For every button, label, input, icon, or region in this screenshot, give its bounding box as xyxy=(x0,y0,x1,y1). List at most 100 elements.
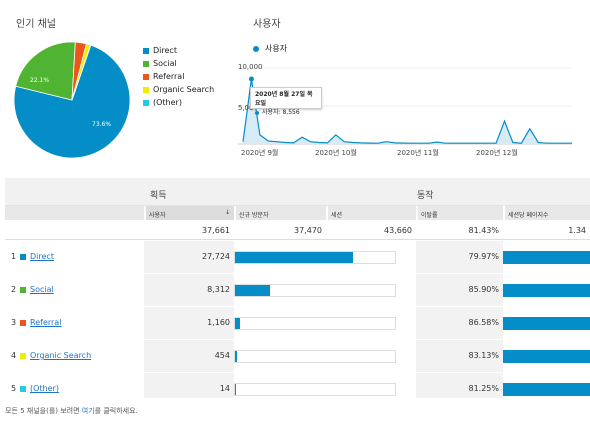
row-share-bar xyxy=(234,383,396,396)
total-new-users: 37,470 xyxy=(294,226,322,235)
row-pages-bar xyxy=(503,350,590,363)
row-bounce: 83.13% xyxy=(468,351,499,360)
row-color-swatch xyxy=(20,386,26,392)
pie-legend: Direct Social Referral Organic Search (O… xyxy=(143,44,214,109)
row-users: 14 xyxy=(219,384,230,393)
row-share-bar-fill xyxy=(235,252,353,263)
line-series-legend[interactable]: 사용자 xyxy=(253,43,287,54)
footer-prefix: 모든 5 채널을(를) 보려면 xyxy=(5,407,82,415)
pie-panel-title: 인기 채널 xyxy=(16,19,56,30)
x-tick-nov: 2020년 11월 xyxy=(397,148,439,157)
row-channel-link[interactable]: (Other) xyxy=(30,384,59,393)
row-users: 8,312 xyxy=(207,285,230,294)
pie-label-social: 22.1% xyxy=(30,77,49,84)
row-bounce: 79.97% xyxy=(468,252,499,261)
row-share-bar-fill xyxy=(235,351,237,362)
legend-label: Organic Search xyxy=(153,85,215,94)
row-channel-link[interactable]: Social xyxy=(30,285,54,294)
channel-table: 획득 동작 사용자 ↓ 신규 방문자 세션 이탈률 세션당 페이지수 37,66… xyxy=(5,178,590,398)
row-share-bar-fill xyxy=(235,285,271,296)
footer-note: 모든 5 채널을(를) 보려면 여기를 클릭하세요. xyxy=(5,406,138,416)
x-tick-oct: 2020년 10월 xyxy=(315,148,357,157)
highlight-point[interactable] xyxy=(248,76,254,82)
row-share-bar-fill xyxy=(235,384,237,395)
row-share-bar-fill xyxy=(235,318,240,329)
total-bounce: 81.43% xyxy=(468,226,499,235)
table-group-header: 획득 동작 xyxy=(5,178,590,206)
legend-item-organic[interactable]: Organic Search xyxy=(143,83,214,96)
total-pages-per-session: 1.34 xyxy=(568,226,586,235)
tooltip-date: 2020년 8월 27일 목요일 xyxy=(255,91,313,107)
pie-chart: 73.6% 22.1% xyxy=(13,41,131,159)
table-column-header: 사용자 ↓ 신규 방문자 세션 이탈률 세션당 페이지수 xyxy=(5,206,590,220)
row-users: 27,724 xyxy=(202,252,230,261)
footer-link[interactable]: 여기 xyxy=(82,407,95,415)
line-panel-title: 사용자 xyxy=(253,19,281,30)
row-pages-bar xyxy=(503,317,590,330)
row-bounce: 81.25% xyxy=(468,384,499,393)
tooltip-dot-icon xyxy=(255,110,259,115)
row-pages-bar xyxy=(503,383,590,396)
table-totals-row: 37,661 37,470 43,660 81.43% 1.34 xyxy=(5,220,590,240)
row-users: 1,160 xyxy=(207,318,230,327)
legend-item-social[interactable]: Social xyxy=(143,57,214,70)
legend-swatch xyxy=(143,60,149,67)
col-users-label: 사용자 xyxy=(149,212,166,219)
row-bounce: 86.58% xyxy=(468,318,499,327)
row-share-bar xyxy=(234,317,396,330)
series-legend-label: 사용자 xyxy=(265,44,288,53)
row-color-swatch xyxy=(20,254,26,260)
row-share-bar xyxy=(234,251,396,264)
table-row: 2 Social 8,312 85.90% xyxy=(5,273,590,306)
col-pages-per-session[interactable]: 세션당 페이지수 xyxy=(503,206,590,220)
group-behavior: 동작 xyxy=(417,191,434,201)
total-users: 37,661 xyxy=(202,226,230,235)
sort-desc-icon[interactable]: ↓ xyxy=(225,209,230,216)
legend-swatch xyxy=(143,86,149,93)
row-users: 454 xyxy=(214,351,230,360)
legend-label: Referral xyxy=(153,72,185,81)
legend-swatch xyxy=(143,73,149,80)
col-users[interactable]: 사용자 ↓ xyxy=(144,206,234,220)
row-color-swatch xyxy=(20,320,26,326)
legend-item-referral[interactable]: Referral xyxy=(143,70,214,83)
row-color-swatch xyxy=(20,287,26,293)
series-dot-icon xyxy=(253,45,259,52)
total-sessions: 43,660 xyxy=(384,226,412,235)
legend-label: (Other) xyxy=(153,98,182,107)
legend-swatch xyxy=(143,99,149,106)
x-tick-dec: 2020년 12월 xyxy=(476,148,518,157)
col-bounce[interactable]: 이탈률 xyxy=(416,206,503,220)
col-new-users[interactable]: 신규 방문자 xyxy=(234,206,326,220)
row-pages-bar xyxy=(503,251,590,264)
row-channel-link[interactable]: Referral xyxy=(30,318,61,327)
table-row: 4 Organic Search 454 83.13% xyxy=(5,339,590,372)
row-share-bar xyxy=(234,350,396,363)
x-tick-sep: 2020년 9월 xyxy=(241,148,278,157)
footer-suffix: 를 클릭하세요. xyxy=(94,407,138,415)
row-share-bar xyxy=(234,284,396,297)
row-channel-link[interactable]: Organic Search xyxy=(30,351,91,360)
tooltip-value: 사용자: 8,556 xyxy=(262,109,300,116)
y-tick-top: 10,000 xyxy=(238,63,263,71)
row-bounce: 85.90% xyxy=(468,285,499,294)
group-acquisition: 획득 xyxy=(150,191,167,201)
row-index: 5 xyxy=(11,384,17,393)
row-index: 2 xyxy=(11,285,17,294)
row-pages-bar xyxy=(503,284,590,297)
legend-item-direct[interactable]: Direct xyxy=(143,44,214,57)
legend-swatch xyxy=(143,47,149,54)
table-row: 3 Referral 1,160 86.58% xyxy=(5,306,590,339)
legend-label: Direct xyxy=(153,46,177,55)
table-row: 1 Direct 27,724 79.97% xyxy=(5,240,590,273)
chart-tooltip: 2020년 8월 27일 목요일 사용자: 8,556 xyxy=(250,87,322,116)
row-color-swatch xyxy=(20,353,26,359)
row-index: 4 xyxy=(11,351,17,360)
col-sessions[interactable]: 세션 xyxy=(326,206,416,220)
table-row: 5 (Other) 14 81.25% xyxy=(5,372,590,405)
pie-label-direct: 73.6% xyxy=(92,121,111,128)
row-channel-link[interactable]: Direct xyxy=(30,252,54,261)
legend-item-other[interactable]: (Other) xyxy=(143,96,214,109)
legend-label: Social xyxy=(153,59,177,68)
row-index: 1 xyxy=(11,252,17,261)
